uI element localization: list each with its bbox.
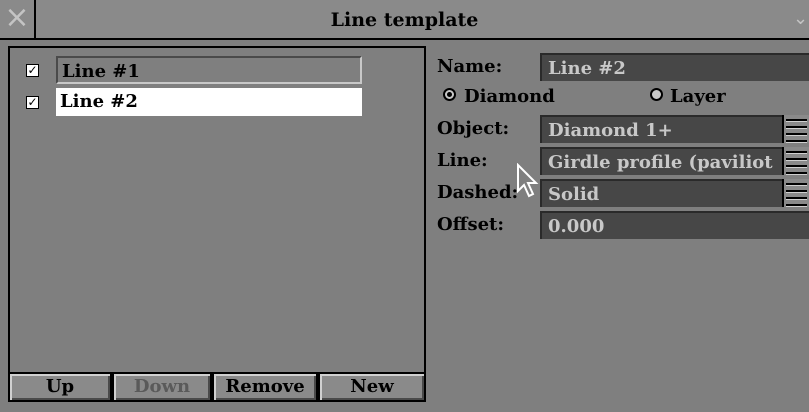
list-item-label[interactable]: Line #2 xyxy=(56,88,362,116)
offset-field[interactable]: 0.000 xyxy=(540,211,809,239)
down-button[interactable]: Down xyxy=(112,372,212,402)
list-item[interactable]: ✓ Line #2 xyxy=(18,88,368,116)
button-bar: Up Down Remove New xyxy=(8,372,426,402)
line-select[interactable]: Girdle profile (paviliot xyxy=(540,147,782,175)
dashed-select[interactable]: Solid xyxy=(540,179,782,207)
checkbox[interactable]: ✓ xyxy=(26,64,39,77)
line-list[interactable]: ✓ Line #1 ✓ Line #2 xyxy=(8,46,426,374)
object-dropdown-handle[interactable] xyxy=(782,115,809,143)
radio-diamond[interactable] xyxy=(443,88,456,101)
name-label: Name: xyxy=(437,56,503,77)
mouse-cursor-icon xyxy=(517,163,539,198)
dashed-label: Dashed: xyxy=(437,182,519,203)
up-button[interactable]: Up xyxy=(8,372,112,402)
line-dropdown-handle[interactable] xyxy=(782,147,809,175)
list-item[interactable]: ✓ Line #1 xyxy=(18,56,368,84)
chevron-down-icon[interactable]: ⌄ xyxy=(793,6,808,32)
radio-layer-label: Layer xyxy=(670,86,726,107)
new-button[interactable]: New xyxy=(318,372,426,402)
dashed-dropdown-handle[interactable] xyxy=(782,179,809,207)
name-field[interactable]: Line #2 xyxy=(540,53,809,81)
line-label: Line: xyxy=(437,150,488,171)
object-select[interactable]: Diamond 1+ xyxy=(540,115,782,143)
window-title: Line template xyxy=(330,9,479,31)
checkbox[interactable]: ✓ xyxy=(26,96,39,109)
object-label: Object: xyxy=(437,118,510,139)
radio-diamond-label: Diamond xyxy=(464,86,555,107)
remove-button[interactable]: Remove xyxy=(212,372,318,402)
title-bar: Line template × ⌄ xyxy=(0,0,809,40)
close-icon[interactable]: × xyxy=(0,0,36,38)
offset-label: Offset: xyxy=(437,214,504,235)
list-item-label[interactable]: Line #1 xyxy=(56,56,362,84)
radio-layer[interactable] xyxy=(650,88,663,101)
